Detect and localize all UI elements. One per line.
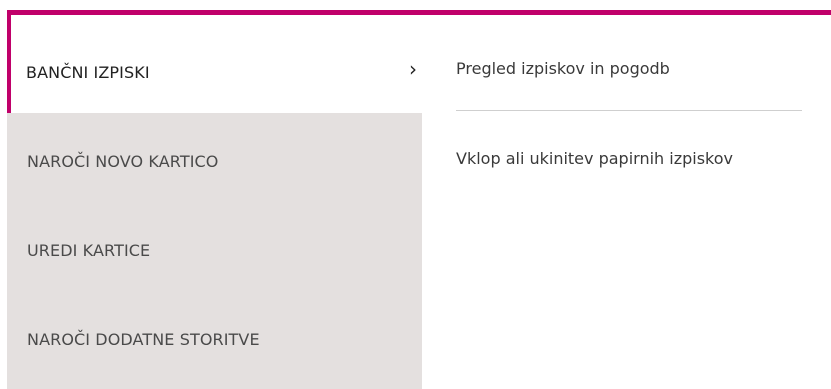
menu-item-label: BANČNI IZPISKI bbox=[26, 63, 150, 82]
submenu-link-vklop-papirnih-izpiskov[interactable]: Vklop ali ukinitev papirnih izpiskov bbox=[456, 146, 746, 172]
menu-item-naroci-novo-kartico[interactable]: NAROČI NOVO KARTICO bbox=[27, 152, 219, 171]
chevron-right-icon: › bbox=[409, 57, 417, 81]
submenu-link-pregled-izpiskov[interactable]: Pregled izpiskov in pogodb bbox=[456, 56, 796, 82]
menu-item-uredi-kartice[interactable]: UREDI KARTICE bbox=[27, 241, 150, 260]
menu-panel: NAROČI NOVO KARTICO UREDI KARTICE NAROČI… bbox=[0, 0, 831, 389]
active-item-accent-bar bbox=[7, 15, 11, 113]
submenu-divider bbox=[456, 110, 802, 111]
menu-item-bancni-izpiski[interactable]: BANČNI IZPISKI › bbox=[7, 15, 422, 113]
submenu-pane: Pregled izpiskov in pogodb Vklop ali uki… bbox=[422, 15, 831, 389]
menu-item-naroci-dodatne-storitve[interactable]: NAROČI DODATNE STORITVE bbox=[27, 330, 260, 349]
